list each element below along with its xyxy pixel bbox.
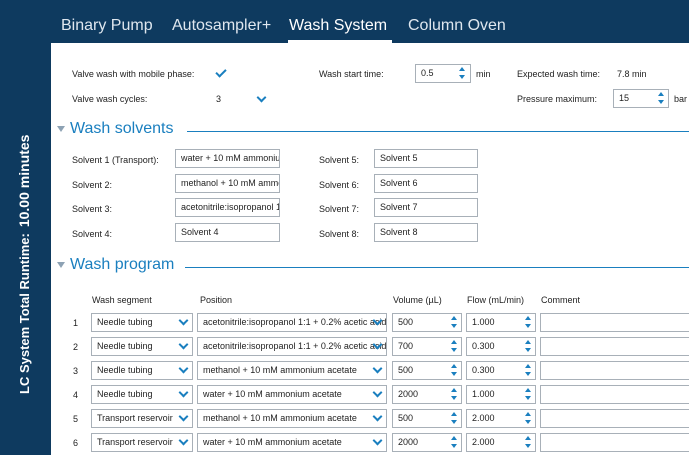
solvent-2-label: Solvent 2: bbox=[72, 180, 113, 190]
comment-input[interactable] bbox=[540, 337, 689, 356]
collapse-triangle-icon[interactable] bbox=[57, 126, 65, 132]
wash-segment-select[interactable]: Needle tubing bbox=[91, 361, 193, 380]
valve-wash-cycles-label: Valve wash cycles: bbox=[72, 94, 148, 104]
column-header-volume: Volume (µL) bbox=[393, 295, 442, 305]
total-runtime-label: LC System Total Runtime: bbox=[17, 233, 32, 394]
row-number: 1 bbox=[73, 318, 79, 328]
spinner-icon[interactable] bbox=[450, 412, 458, 424]
column-header-flow: Flow (mL/min) bbox=[467, 295, 525, 305]
position-select[interactable]: water + 10 mM ammonium acetate bbox=[197, 433, 387, 452]
wash-segment-select[interactable]: Needle tubing bbox=[91, 337, 193, 356]
main-content: Valve wash with mobile phase: Valve wash… bbox=[51, 43, 689, 455]
wash-segment-select[interactable]: Needle tubing bbox=[91, 385, 193, 404]
solvent-4-input[interactable]: Solvent 4 bbox=[175, 223, 280, 242]
solvent-7-input[interactable]: Solvent 7 bbox=[374, 198, 478, 217]
wash-program-header[interactable]: Wash program bbox=[57, 256, 689, 276]
section-title: Wash program bbox=[70, 256, 175, 273]
spinner-icon[interactable] bbox=[450, 388, 458, 400]
solvent-1-input[interactable]: water + 10 mM ammonium acetate bbox=[175, 149, 280, 168]
position-select[interactable]: methanol + 10 mM ammonium acetate bbox=[197, 409, 387, 428]
total-runtime-text: LC System Total Runtime: 10.00 minutes bbox=[8, 94, 40, 394]
column-header-position: Position bbox=[200, 295, 233, 305]
spinner-icon[interactable] bbox=[524, 412, 532, 424]
wash-start-time-unit: min bbox=[476, 69, 491, 79]
spinner-icon[interactable] bbox=[458, 67, 466, 79]
comment-input[interactable] bbox=[540, 385, 689, 404]
runtime-sidebar: LC System Total Runtime: 10.00 minutes bbox=[0, 0, 51, 455]
spinner-icon[interactable] bbox=[657, 92, 665, 104]
spinner-icon[interactable] bbox=[450, 316, 458, 328]
pressure-maximum-unit: bar bbox=[674, 94, 688, 104]
spinner-icon[interactable] bbox=[524, 388, 532, 400]
solvent-5-input[interactable]: Solvent 5 bbox=[374, 149, 478, 168]
solvent-4-label: Solvent 4: bbox=[72, 229, 113, 239]
column-header-comment: Comment bbox=[541, 295, 581, 305]
solvent-8-label: Solvent 8: bbox=[319, 229, 360, 239]
section-divider bbox=[187, 131, 689, 132]
wash-segment-select[interactable]: Transport reservoir bbox=[91, 409, 193, 428]
spinner-icon[interactable] bbox=[450, 340, 458, 352]
valve-wash-mobile-phase-checkbox[interactable] bbox=[215, 67, 227, 79]
solvent-6-label: Solvent 6: bbox=[319, 180, 360, 190]
comment-input[interactable] bbox=[540, 409, 689, 428]
comment-input[interactable] bbox=[540, 313, 689, 332]
wash-start-time-label: Wash start time: bbox=[319, 69, 384, 79]
position-select[interactable]: water + 10 mM ammonium acetate bbox=[197, 385, 387, 404]
collapse-triangle-icon[interactable] bbox=[57, 262, 65, 268]
solvent-7-label: Solvent 7: bbox=[319, 204, 360, 214]
row-number: 6 bbox=[73, 438, 79, 448]
spinner-icon[interactable] bbox=[524, 364, 532, 376]
valve-wash-mobile-phase-label: Valve wash with mobile phase: bbox=[72, 69, 195, 79]
spinner-icon[interactable] bbox=[524, 436, 532, 448]
comment-input[interactable] bbox=[540, 433, 689, 452]
position-select[interactable]: acetonitrile:isopropanol 1:1 + 0.2% acet… bbox=[197, 337, 387, 356]
row-number: 2 bbox=[73, 342, 79, 352]
position-select[interactable]: methanol + 10 mM ammonium acetate bbox=[197, 361, 387, 380]
spinner-icon[interactable] bbox=[524, 316, 532, 328]
spinner-icon[interactable] bbox=[450, 436, 458, 448]
pressure-maximum-label: Pressure maximum: bbox=[517, 94, 598, 104]
solvent-3-input[interactable]: acetonitrile:isopropanol 1:1 + 0.2% acet… bbox=[175, 198, 280, 217]
solvent-8-input[interactable]: Solvent 8 bbox=[374, 223, 478, 242]
row-number: 4 bbox=[73, 390, 79, 400]
comment-input[interactable] bbox=[540, 361, 689, 380]
column-header-wash-segment: Wash segment bbox=[92, 295, 152, 305]
expected-wash-time-value: 7.8 min bbox=[617, 69, 647, 79]
section-title: Wash solvents bbox=[70, 120, 174, 137]
valve-wash-cycles-select[interactable]: 3 bbox=[216, 94, 221, 104]
tab-wash-system[interactable]: Wash System bbox=[289, 17, 387, 35]
tab-binary-pump[interactable]: Binary Pump bbox=[61, 17, 153, 35]
tab-autosampler[interactable]: Autosampler+ bbox=[172, 17, 271, 35]
wash-solvents-header[interactable]: Wash solvents bbox=[57, 120, 689, 140]
section-divider bbox=[185, 267, 689, 268]
expected-wash-time-label: Expected wash time: bbox=[517, 69, 601, 79]
solvent-6-input[interactable]: Solvent 6 bbox=[374, 174, 478, 193]
total-runtime-value: 10.00 minutes bbox=[16, 134, 32, 228]
solvent-1-label: Solvent 1 (Transport): bbox=[72, 155, 159, 165]
chevron-down-icon[interactable] bbox=[256, 92, 267, 103]
row-number: 5 bbox=[73, 414, 79, 424]
row-number: 3 bbox=[73, 366, 79, 376]
solvent-2-input[interactable]: methanol + 10 mM ammonium acetate bbox=[175, 174, 280, 193]
wash-segment-select[interactable]: Transport reservoir bbox=[91, 433, 193, 452]
solvent-5-label: Solvent 5: bbox=[319, 155, 360, 165]
spinner-icon[interactable] bbox=[524, 340, 532, 352]
position-select[interactable]: acetonitrile:isopropanol 1:1 + 0.2% acet… bbox=[197, 313, 387, 332]
solvent-3-label: Solvent 3: bbox=[72, 204, 113, 214]
spinner-icon[interactable] bbox=[450, 364, 458, 376]
tab-column-oven[interactable]: Column Oven bbox=[408, 17, 506, 35]
wash-segment-select[interactable]: Needle tubing bbox=[91, 313, 193, 332]
